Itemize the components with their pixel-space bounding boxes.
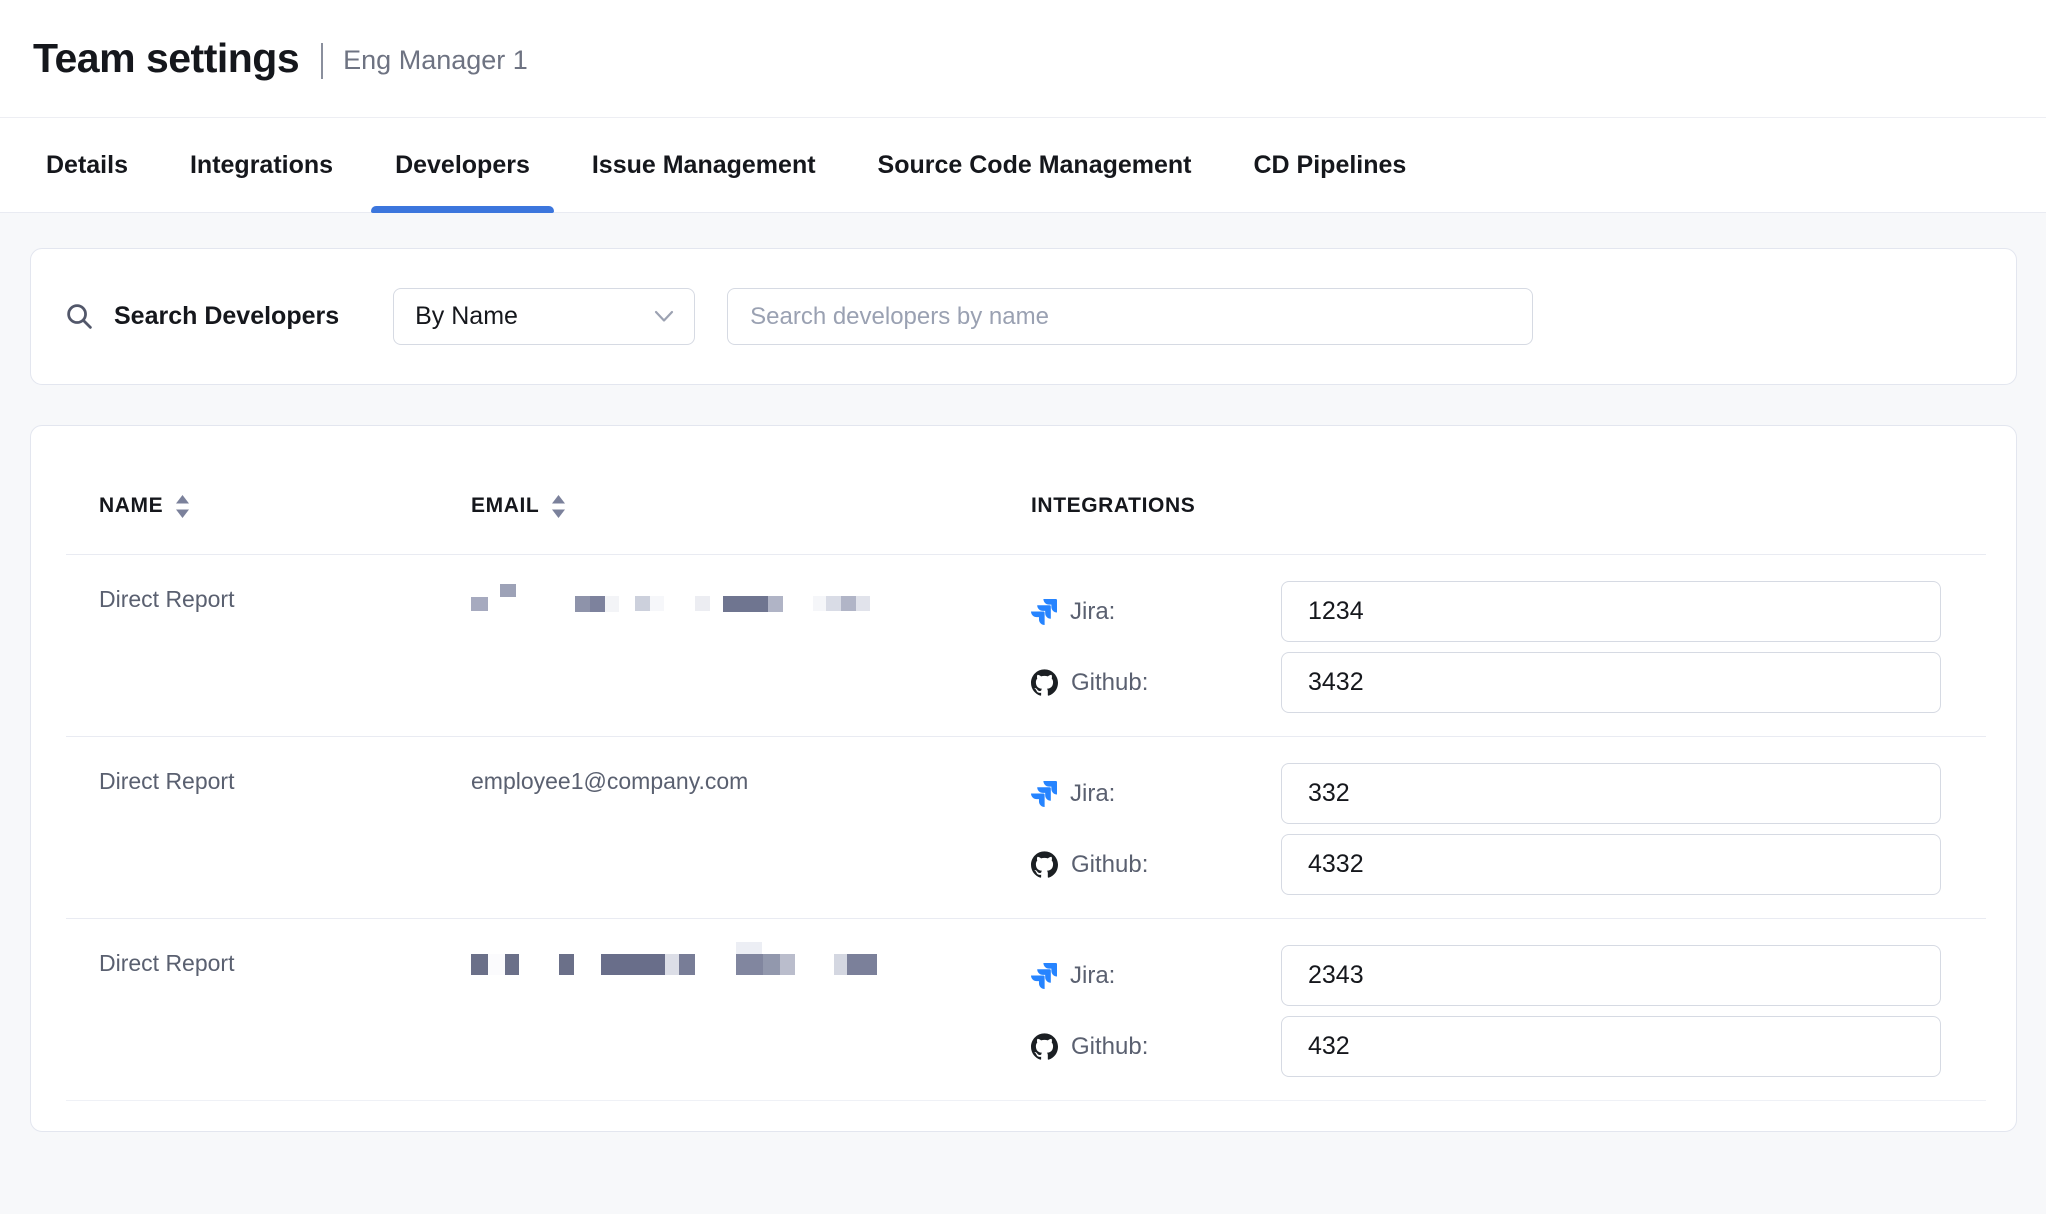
jira-label: Jira: xyxy=(1031,780,1281,808)
developer-row: Direct Report xyxy=(66,555,1986,737)
search-icon xyxy=(65,302,94,331)
jira-id-input[interactable] xyxy=(1281,763,1941,824)
column-label: NAME xyxy=(99,494,163,518)
developer-name: Direct Report xyxy=(99,763,471,895)
developers-tab-content: Search Developers By Name NAME xyxy=(0,213,2046,1132)
page-header: Team settings Eng Manager 1 xyxy=(0,0,2046,117)
tab-label: Details xyxy=(46,151,128,180)
github-label: Github: xyxy=(1031,669,1281,697)
developer-email-redacted xyxy=(471,945,1031,1077)
tab-cd-pipelines[interactable]: CD Pipelines xyxy=(1230,118,1431,212)
github-id-input[interactable] xyxy=(1281,652,1941,713)
tab-label: Integrations xyxy=(190,151,333,180)
search-developers-card: Search Developers By Name xyxy=(30,248,2017,385)
table-header-row: NAME EMAIL xyxy=(66,426,1986,555)
jira-icon xyxy=(1031,781,1057,807)
jira-id-input[interactable] xyxy=(1281,945,1941,1006)
column-header-integrations: INTEGRATIONS xyxy=(1031,494,1941,518)
github-integration-row: Github: xyxy=(1031,1016,1941,1077)
github-icon xyxy=(1031,1033,1058,1060)
tab-label: Source Code Management xyxy=(878,151,1192,180)
jira-integration-row: Jira: xyxy=(1031,763,1941,824)
integrations-cell: Jira: Github: xyxy=(1031,945,1941,1077)
tab-issue-management[interactable]: Issue Management xyxy=(568,118,840,212)
github-id-input[interactable] xyxy=(1281,1016,1941,1077)
redacted-email-blocks xyxy=(471,584,1031,620)
jira-icon xyxy=(1031,599,1057,625)
tab-integrations[interactable]: Integrations xyxy=(166,118,357,212)
jira-id-input[interactable] xyxy=(1281,581,1941,642)
github-label: Github: xyxy=(1031,851,1281,879)
redacted-email-blocks xyxy=(471,948,1031,984)
jira-label-text: Jira: xyxy=(1070,962,1115,990)
jira-label: Jira: xyxy=(1031,598,1281,626)
column-header-email: EMAIL xyxy=(471,494,1031,518)
jira-integration-row: Jira: xyxy=(1031,581,1941,642)
column-label: INTEGRATIONS xyxy=(1031,494,1195,518)
github-label-text: Github: xyxy=(1071,669,1148,697)
tab-label: Developers xyxy=(395,151,530,180)
github-label-text: Github: xyxy=(1071,1033,1148,1061)
active-tab-indicator xyxy=(371,206,554,213)
settings-tabbar: Details Integrations Developers Issue Ma… xyxy=(0,117,2046,213)
developer-row: Direct Report xyxy=(66,919,1986,1101)
search-developers-label: Search Developers xyxy=(114,302,339,331)
github-label-text: Github: xyxy=(1071,851,1148,879)
developer-name: Direct Report xyxy=(99,581,471,713)
github-integration-row: Github: xyxy=(1031,834,1941,895)
tab-label: CD Pipelines xyxy=(1254,151,1407,180)
developer-row: Direct Report employee1@company.com xyxy=(66,737,1986,919)
jira-icon xyxy=(1031,963,1057,989)
tab-developers[interactable]: Developers xyxy=(371,118,554,212)
filter-selected-value: By Name xyxy=(415,302,518,331)
integrations-cell: Jira: Github: xyxy=(1031,581,1941,713)
developers-table-card: NAME EMAIL xyxy=(30,425,2017,1132)
github-id-input[interactable] xyxy=(1281,834,1941,895)
tab-details[interactable]: Details xyxy=(22,118,152,212)
github-label: Github: xyxy=(1031,1033,1281,1061)
jira-label-text: Jira: xyxy=(1070,598,1115,626)
chevron-down-icon xyxy=(654,310,674,323)
column-label: EMAIL xyxy=(471,494,539,518)
tab-source-code-management[interactable]: Source Code Management xyxy=(854,118,1216,212)
integrations-cell: Jira: Github: xyxy=(1031,763,1941,895)
team-name-subtitle: Eng Manager 1 xyxy=(343,45,528,76)
jira-label: Jira: xyxy=(1031,962,1281,990)
developer-email: employee1@company.com xyxy=(471,763,1031,895)
developer-name: Direct Report xyxy=(99,945,471,1077)
github-icon xyxy=(1031,669,1058,696)
search-developers-input[interactable] xyxy=(727,288,1533,345)
github-icon xyxy=(1031,851,1058,878)
developer-email-redacted xyxy=(471,581,1031,713)
jira-label-text: Jira: xyxy=(1070,780,1115,808)
title-separator xyxy=(321,43,323,79)
jira-integration-row: Jira: xyxy=(1031,945,1941,1006)
search-filter-select[interactable]: By Name xyxy=(393,288,695,345)
column-header-name: NAME xyxy=(99,494,471,518)
tab-label: Issue Management xyxy=(592,151,816,180)
sort-icon[interactable] xyxy=(175,495,190,518)
page-title: Team settings xyxy=(33,35,299,82)
sort-icon[interactable] xyxy=(551,495,566,518)
github-integration-row: Github: xyxy=(1031,652,1941,713)
